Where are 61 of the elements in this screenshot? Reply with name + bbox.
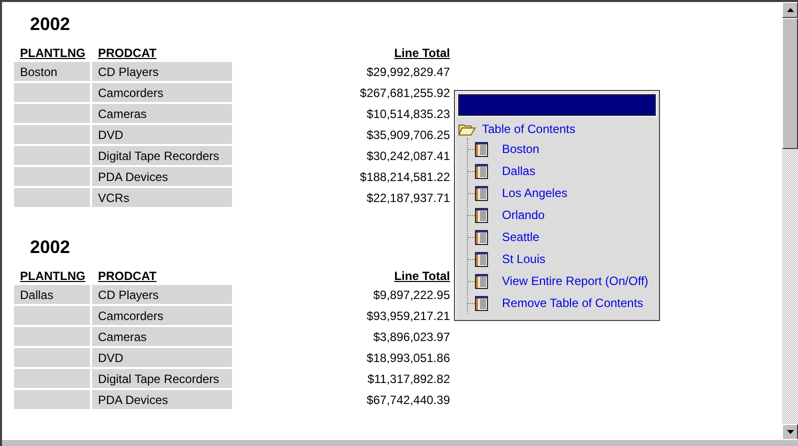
toc-link[interactable]: Los Angeles <box>502 186 568 200</box>
scroll-down-button[interactable] <box>782 424 798 440</box>
table-cell-text: $3,896,023.97 <box>372 328 451 346</box>
table-cell-text: $30,242,087.41 <box>366 148 451 164</box>
toc-link[interactable]: Remove Table of Contents <box>502 296 644 310</box>
table-cell: Cameras <box>92 327 232 346</box>
book-icon <box>475 208 488 222</box>
table-cell: CD Players <box>92 285 232 304</box>
table-cell: VCRs <box>92 188 232 207</box>
book-icon <box>475 142 488 156</box>
toc-link[interactable]: Boston <box>502 142 540 156</box>
toc-link[interactable]: Table of Contents <box>482 122 576 136</box>
folder-icon <box>458 122 476 136</box>
toc-link[interactable]: Seattle <box>502 230 540 244</box>
column-header: PRODCAT <box>97 268 158 283</box>
table-cell: Camcorders <box>92 306 232 325</box>
table-cell: Digital Tape Recorders <box>92 369 232 388</box>
table-cell: Dallas <box>14 285 90 304</box>
book-icon <box>475 230 488 244</box>
column-header: PRODCAT <box>97 45 158 60</box>
book-icon <box>475 186 488 200</box>
year-heading: 2002 <box>30 14 70 35</box>
book-icon <box>475 296 488 310</box>
table-cell: Camcorders <box>92 83 232 102</box>
column-header: Line Total <box>393 45 451 60</box>
book-icon <box>475 252 488 266</box>
table-cell: DVD <box>92 348 232 367</box>
year-heading: 2002 <box>30 237 70 258</box>
table-cell-text: $22,187,937.71 <box>366 190 451 206</box>
toc-link[interactable]: Dallas <box>502 164 536 178</box>
book-icon <box>475 164 488 178</box>
up-arrow-icon <box>786 8 794 12</box>
table-cell: CD Players <box>92 62 232 81</box>
table-cell: Boston <box>14 62 90 81</box>
column-header: PLANTLNG <box>19 45 86 60</box>
table-cell-text: $9,897,222.95 <box>372 286 451 304</box>
table-cell: Cameras <box>92 104 232 123</box>
table-cell-text: $18,993,051.86 <box>366 350 451 366</box>
scroll-up-button[interactable] <box>782 2 798 18</box>
table-cell-text: $67,742,440.39 <box>366 392 451 408</box>
down-arrow-icon <box>786 430 794 434</box>
table-cell: Digital Tape Recorders <box>92 146 232 165</box>
table-cell: PDA Devices <box>92 167 232 186</box>
table-cell-text: $11,317,892.82 <box>366 370 451 388</box>
toc-link[interactable]: View Entire Report (On/Off) <box>502 274 648 288</box>
table-cell-text: $93,959,217.21 <box>366 308 451 324</box>
toc-link[interactable]: St Louis <box>502 252 546 266</box>
table-cell-text: $10,514,835.23 <box>366 106 451 122</box>
scroll-thumb[interactable] <box>782 18 798 149</box>
vertical-scrollbar[interactable] <box>782 2 798 440</box>
column-header: Line Total <box>393 268 451 283</box>
table-cell-text: $267,681,255.92 <box>358 84 451 102</box>
table-cell-text: $188,214,581.22 <box>358 168 451 186</box>
table-cell-text: $35,909,706.25 <box>366 126 451 144</box>
table-cell: DVD <box>92 125 232 144</box>
column-header: PLANTLNG <box>19 268 86 283</box>
toc-link[interactable]: Orlando <box>502 208 545 222</box>
book-icon <box>475 274 488 288</box>
horizontal-scrollbar[interactable] <box>2 439 798 446</box>
table-cell: PDA Devices <box>92 390 232 409</box>
table-cell-text: $29,992,829.47 <box>366 64 451 80</box>
